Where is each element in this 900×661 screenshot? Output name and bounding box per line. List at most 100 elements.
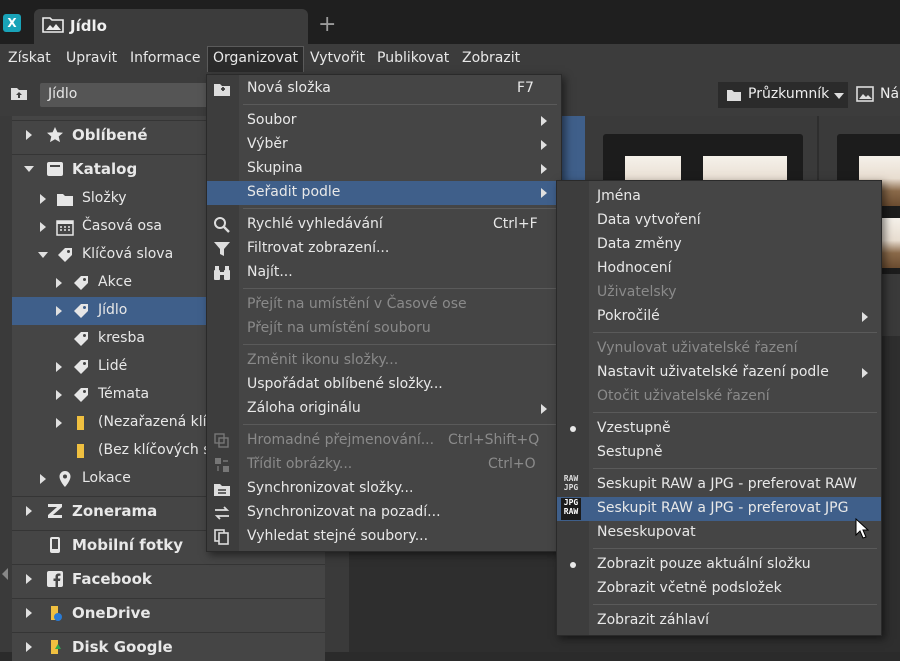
menu-item-sort-created[interactable]: Data vytvoření bbox=[557, 209, 881, 233]
tab-jidlo[interactable]: Jídlo bbox=[34, 9, 308, 44]
menu-informace[interactable]: Informace bbox=[130, 50, 201, 66]
menu-item-sort-user[interactable]: Uživatelsky bbox=[557, 281, 881, 305]
menu-item-include-subfolders[interactable]: Zobrazit včetně podsložek bbox=[557, 577, 881, 601]
menu-item-arrange-favorites[interactable]: Uspořádat oblíbené složky... bbox=[207, 373, 561, 397]
tag-icon bbox=[58, 248, 72, 262]
sidebar-item-gdrive[interactable]: Disk Google bbox=[12, 632, 325, 661]
menu-item-sync-background[interactable]: Synchronizovat na pozadí... bbox=[207, 501, 561, 525]
menu-item-show-header[interactable]: Zobrazit záhlaví bbox=[557, 609, 881, 633]
menu-item-descending[interactable]: Sestupně bbox=[557, 441, 881, 465]
menu-item-find-duplicates[interactable]: Vyhledat stejné soubory... bbox=[207, 525, 561, 549]
image-icon[interactable] bbox=[856, 86, 874, 102]
tag-icon bbox=[74, 276, 88, 290]
filter-icon bbox=[214, 242, 230, 256]
sync-folders-icon bbox=[214, 484, 230, 496]
menu-organizovat[interactable]: Organizovat bbox=[207, 46, 305, 72]
expand-arrow-icon[interactable] bbox=[26, 642, 32, 652]
menu-item-batch-rename[interactable]: Hromadné přejmenování... Ctrl+Shift+Q bbox=[207, 429, 561, 453]
folder-open-icon bbox=[727, 90, 741, 101]
sync-arrows-icon bbox=[214, 506, 230, 520]
catalog-icon bbox=[47, 162, 63, 176]
chevron-down-icon bbox=[834, 93, 844, 99]
menu-item-no-grouping[interactable]: Neseskupovat bbox=[557, 521, 881, 545]
menu-publikovat[interactable]: Publikovat bbox=[377, 50, 449, 66]
expand-arrow-icon[interactable] bbox=[56, 278, 62, 288]
menu-item-sort-advanced[interactable]: Pokročilé bbox=[557, 305, 881, 329]
address-bar[interactable]: Jídlo bbox=[40, 83, 220, 107]
menu-item-sort-names[interactable]: Jména bbox=[557, 185, 881, 209]
menu-item-goto-timeline[interactable]: Přejít na umístění v Časové ose bbox=[207, 293, 561, 317]
menu-vytvorit[interactable]: Vytvořit bbox=[310, 50, 365, 66]
expand-arrow-icon[interactable] bbox=[40, 474, 46, 484]
menu-item-find[interactable]: Najít... bbox=[207, 261, 561, 285]
submenu-arrow-icon bbox=[541, 116, 547, 126]
menu-item-selection[interactable]: Výběr bbox=[207, 133, 561, 157]
phone-icon bbox=[50, 537, 60, 553]
menu-separator bbox=[593, 412, 877, 413]
folder-yellow-icon bbox=[77, 416, 84, 430]
menu-item-file[interactable]: Soubor bbox=[207, 109, 561, 133]
expand-arrow-icon[interactable] bbox=[40, 194, 46, 204]
search-icon bbox=[214, 217, 230, 233]
menu-item-group-jpg[interactable]: JPG RAW Seskupit RAW a JPG - preferovat J… bbox=[557, 497, 881, 521]
menu-item-filter-view[interactable]: Filtrovat zobrazení... bbox=[207, 237, 561, 261]
menu-item-reset-user-sort[interactable]: Vynulovat uživatelské řazení bbox=[557, 337, 881, 361]
menu-item-goto-file[interactable]: Přejít na umístění souboru bbox=[207, 317, 561, 341]
menu-upravit[interactable]: Upravit bbox=[66, 50, 117, 66]
sidebar-item-onedrive[interactable]: OneDrive bbox=[12, 598, 325, 627]
menu-item-quick-search[interactable]: Rychlé vyhledávání Ctrl+F bbox=[207, 213, 561, 237]
menu-ziskat[interactable]: Získat bbox=[8, 50, 51, 66]
menu-item-sort-rating[interactable]: Hodnocení bbox=[557, 257, 881, 281]
menu-separator bbox=[243, 104, 557, 105]
expand-arrow-icon[interactable] bbox=[26, 506, 32, 516]
radio-dot-icon bbox=[570, 426, 576, 432]
menu-item-sort-images[interactable]: Třídit obrázky... Ctrl+O bbox=[207, 453, 561, 477]
menu-item-sort-modified[interactable]: Data změny bbox=[557, 233, 881, 257]
sidebar-item-facebook[interactable]: Facebook bbox=[12, 564, 325, 593]
menu-item-ascending[interactable]: Vzestupně bbox=[557, 417, 881, 441]
menu-zobrazit[interactable]: Zobrazit bbox=[462, 50, 520, 66]
google-drive-icon bbox=[51, 640, 61, 654]
tab-title: Jídlo bbox=[70, 17, 107, 35]
batch-rename-icon bbox=[214, 433, 229, 448]
explorer-view-button[interactable]: Průzkumník bbox=[718, 82, 848, 108]
raw-jpg-icon: RAW JPG bbox=[563, 474, 579, 492]
menu-item-sync-folders[interactable]: Synchronizovat složky... bbox=[207, 477, 561, 501]
explorer-label: Průzkumník bbox=[748, 86, 830, 102]
menu-item-group-raw[interactable]: RAW JPG Seskupit RAW a JPG - preferovat R… bbox=[557, 473, 881, 497]
expand-arrow-icon[interactable] bbox=[56, 390, 62, 400]
mouse-cursor-icon bbox=[855, 518, 869, 539]
zonerama-icon bbox=[48, 504, 62, 518]
folder-icon bbox=[57, 194, 73, 206]
menu-item-backup[interactable]: Záloha originálu bbox=[207, 397, 561, 421]
collapse-arrow-icon[interactable] bbox=[38, 252, 48, 258]
expand-arrow-icon[interactable] bbox=[26, 574, 32, 584]
expand-arrow-icon[interactable] bbox=[56, 418, 62, 428]
folder-up-icon[interactable] bbox=[10, 84, 28, 102]
submenu-arrow-icon bbox=[862, 368, 868, 378]
new-folder-icon bbox=[214, 84, 230, 96]
menu-item-sort-by[interactable]: Seřadit podle bbox=[207, 181, 561, 205]
onedrive-icon bbox=[51, 606, 62, 621]
tag-icon bbox=[74, 388, 88, 402]
menu-separator bbox=[593, 332, 877, 333]
expand-arrow-icon[interactable] bbox=[40, 222, 46, 232]
menu-item-new-folder[interactable]: Nová složka F7 bbox=[207, 77, 561, 101]
menu-item-set-user-sort[interactable]: Nastavit uživatelské řazení podle bbox=[557, 361, 881, 385]
menu-item-only-current-folder[interactable]: Zobrazit pouze aktuální složku bbox=[557, 553, 881, 577]
collapse-arrow-icon[interactable] bbox=[2, 568, 8, 580]
expand-arrow-icon[interactable] bbox=[56, 362, 62, 372]
expand-arrow-icon[interactable] bbox=[26, 130, 32, 140]
menu-separator bbox=[243, 288, 557, 289]
sort-by-submenu: Jména Data vytvoření Data změny Hodnocen… bbox=[556, 180, 882, 636]
submenu-arrow-icon bbox=[541, 140, 547, 150]
menu-bar: Získat Upravit Informace Organizovat Vyt… bbox=[0, 44, 900, 74]
menu-item-reverse-user-sort[interactable]: Otočit uživatelské řazení bbox=[557, 385, 881, 409]
collapse-arrow-icon[interactable] bbox=[24, 166, 34, 172]
menu-item-group[interactable]: Skupina bbox=[207, 157, 561, 181]
expand-arrow-icon[interactable] bbox=[26, 608, 32, 618]
menu-item-change-icon[interactable]: Změnit ikonu složky... bbox=[207, 349, 561, 373]
submenu-arrow-icon bbox=[541, 404, 547, 414]
expand-arrow-icon[interactable] bbox=[56, 306, 62, 316]
new-tab-button[interactable]: + bbox=[318, 12, 336, 37]
